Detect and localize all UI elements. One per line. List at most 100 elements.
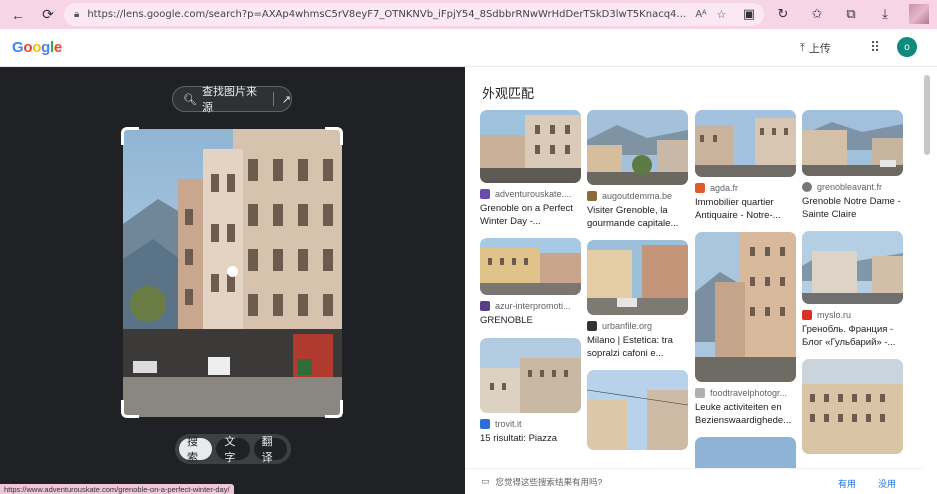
find-image-source-button[interactable]: 🔍︎ 查找图片来源 ↗ — [172, 86, 292, 114]
find-source-label: 查找图片来源 — [201, 86, 257, 114]
result-card[interactable]: myslo.ru Гренобль. Франция - Блог «Гульб… — [802, 231, 903, 349]
divider — [272, 92, 274, 106]
result-source[interactable]: agda.fr — [695, 183, 796, 193]
result-card[interactable] — [587, 370, 688, 450]
reload-icon[interactable]: ⟳ — [36, 3, 60, 27]
result-card[interactable]: foodtravelphotogr... Leuke activiteiten … — [695, 232, 796, 427]
result-source[interactable]: augoutdemma.be — [587, 191, 688, 201]
result-title[interactable]: GRENOBLE — [480, 315, 581, 328]
lens-search-icon: 🔍︎ — [183, 93, 197, 106]
refresh-extension-icon[interactable]: ↻ — [773, 4, 793, 24]
feedback-bar: ▭ 您觉得这些搜索结果有用吗? 有用 没用 — [465, 468, 922, 494]
favorites-icon[interactable]: ✩ — [807, 4, 827, 24]
result-card[interactable]: urbanfile.org Milano | Estetica: tra sop… — [587, 240, 688, 360]
site-favicon-icon — [480, 189, 490, 199]
feedback-yes-button[interactable]: 有用 — [838, 477, 856, 490]
logo-letter: o — [23, 39, 33, 56]
feedback-no-button[interactable]: 没用 — [878, 477, 896, 490]
result-title[interactable]: Гренобль. Франция - Блог «Гульбарий» -..… — [802, 324, 903, 349]
result-source[interactable]: urbanfile.org — [587, 321, 688, 331]
google-logo[interactable]: Google — [12, 39, 62, 56]
result-card[interactable]: agda.fr Immobilier quartier Antiquaire -… — [695, 110, 796, 222]
logo-letter: e — [53, 39, 62, 56]
google-header: Google ⤒ 上传 ⠿ o — [0, 29, 937, 67]
status-bar-url: https://www.adventurouskate.com/grenoble… — [0, 484, 234, 494]
read-aloud-icon[interactable]: Aᴬ — [695, 9, 706, 20]
results-pane: 外观匹配 adventurouskate.... Grenoble on a P… — [465, 67, 937, 494]
site-name: grenobleavant.fr — [817, 182, 883, 192]
result-source[interactable]: foodtravelphotogr... — [695, 388, 796, 398]
result-card[interactable]: grenobleavant.fr Grenoble Notre Dame - S… — [802, 110, 903, 221]
result-thumbnail[interactable] — [587, 240, 688, 315]
apps-grid-icon[interactable]: ⠿ — [870, 39, 880, 56]
result-title[interactable]: Grenoble on a Perfect Winter Day -... — [480, 203, 581, 228]
download-icon[interactable]: ⤓ — [875, 4, 895, 24]
result-thumbnail[interactable] — [802, 231, 903, 304]
tab-translate[interactable]: 翻译 — [253, 436, 287, 464]
result-thumbnail[interactable] — [695, 110, 796, 177]
result-title[interactable]: Milano | Estetica: tra sopralzi cafoni e… — [587, 335, 688, 360]
site-favicon-icon — [587, 191, 597, 201]
site-name: urbanfile.org — [602, 321, 653, 331]
logo-letter: o — [32, 39, 42, 56]
site-name: agda.fr — [710, 183, 739, 193]
result-thumbnail[interactable] — [802, 110, 903, 176]
lock-icon: 🔒︎ — [74, 9, 80, 20]
site-name: adventurouskate.... — [495, 189, 572, 199]
results-scrollbar[interactable] — [924, 75, 930, 155]
result-source[interactable]: myslo.ru — [802, 310, 903, 320]
upload-label: 上传 — [808, 43, 831, 55]
crop-handle-bottom-right[interactable] — [325, 400, 343, 418]
result-title[interactable]: Leuke activiteiten en Bezienswaardighede… — [695, 402, 796, 427]
tab-search[interactable]: 搜索 — [179, 436, 213, 464]
result-card[interactable]: trovit.it 15 risultati: Piazza — [480, 337, 581, 446]
result-title[interactable]: Grenoble Notre Dame - Sainte Claire — [802, 196, 903, 221]
result-card[interactable]: azur-interpromoti... GRENOBLE — [480, 238, 581, 328]
results-column: adventurouskate.... Grenoble on a Perfec… — [480, 110, 581, 455]
results-column: grenobleavant.fr Grenoble Notre Dame - S… — [802, 110, 903, 464]
crop-handle-top-left[interactable] — [121, 127, 139, 145]
collections-icon[interactable]: ⧉ — [841, 4, 861, 24]
result-title[interactable]: Visiter Grenoble, la gourmande capitale.… — [587, 205, 688, 230]
site-name: myslo.ru — [817, 310, 852, 320]
open-external-icon[interactable]: ↗ — [282, 93, 291, 106]
result-thumbnail[interactable] — [802, 359, 903, 454]
feedback-icon: ▭ — [481, 476, 490, 486]
site-favicon-icon — [480, 418, 490, 429]
result-thumbnail[interactable] — [695, 232, 796, 382]
browser-profile-icon[interactable] — [909, 4, 929, 24]
result-thumbnail[interactable] — [587, 110, 688, 185]
avatar[interactable]: o — [897, 37, 917, 57]
url-text: https://lens.google.com/search?p=AXAp4wh… — [87, 9, 688, 20]
result-title[interactable]: Immobilier quartier Antiquaire - Notre-.… — [695, 197, 796, 222]
image-preview-pane: 🔍︎ 查找图片来源 ↗ 搜索 文字 翻译 — [0, 67, 465, 494]
result-title[interactable]: 15 risultati: Piazza — [480, 433, 581, 446]
address-bar[interactable]: 🔒︎ https://lens.google.com/search?p=AXAp… — [64, 3, 764, 26]
crop-handle-top-right[interactable] — [325, 127, 343, 145]
result-source[interactable]: trovit.it — [480, 418, 581, 429]
site-favicon-icon — [802, 310, 812, 320]
result-thumbnail[interactable] — [587, 370, 688, 450]
visual-match-dot[interactable] — [227, 266, 238, 277]
result-source[interactable]: adventurouskate.... — [480, 189, 581, 199]
result-thumbnail[interactable] — [480, 110, 581, 183]
result-card[interactable]: adventurouskate.... Grenoble on a Perfec… — [480, 110, 581, 228]
tab-text[interactable]: 文字 — [216, 436, 250, 464]
site-favicon-icon — [802, 182, 812, 192]
back-arrow-icon[interactable]: ← — [6, 3, 30, 27]
upload-icon: ⤒ — [800, 41, 805, 54]
crop-handle-bottom-left[interactable] — [121, 400, 139, 418]
logo-letter: g — [41, 39, 50, 56]
logo-letter: G — [12, 39, 24, 56]
result-thumbnail[interactable] — [480, 238, 581, 295]
result-thumbnail[interactable] — [480, 337, 581, 413]
result-source[interactable]: grenobleavant.fr — [802, 182, 903, 192]
result-card[interactable] — [802, 359, 903, 454]
extension-icon[interactable]: ▣ — [739, 4, 759, 24]
result-card[interactable]: augoutdemma.be Visiter Grenoble, la gour… — [587, 110, 688, 230]
lens-mode-tabs: 搜索 文字 翻译 — [175, 434, 291, 464]
site-favicon-icon — [587, 321, 597, 331]
result-source[interactable]: azur-interpromoti... — [480, 301, 581, 311]
add-to-favorites-icon[interactable]: ☆ — [717, 8, 727, 21]
upload-button[interactable]: ⤒ 上传 — [800, 40, 831, 56]
